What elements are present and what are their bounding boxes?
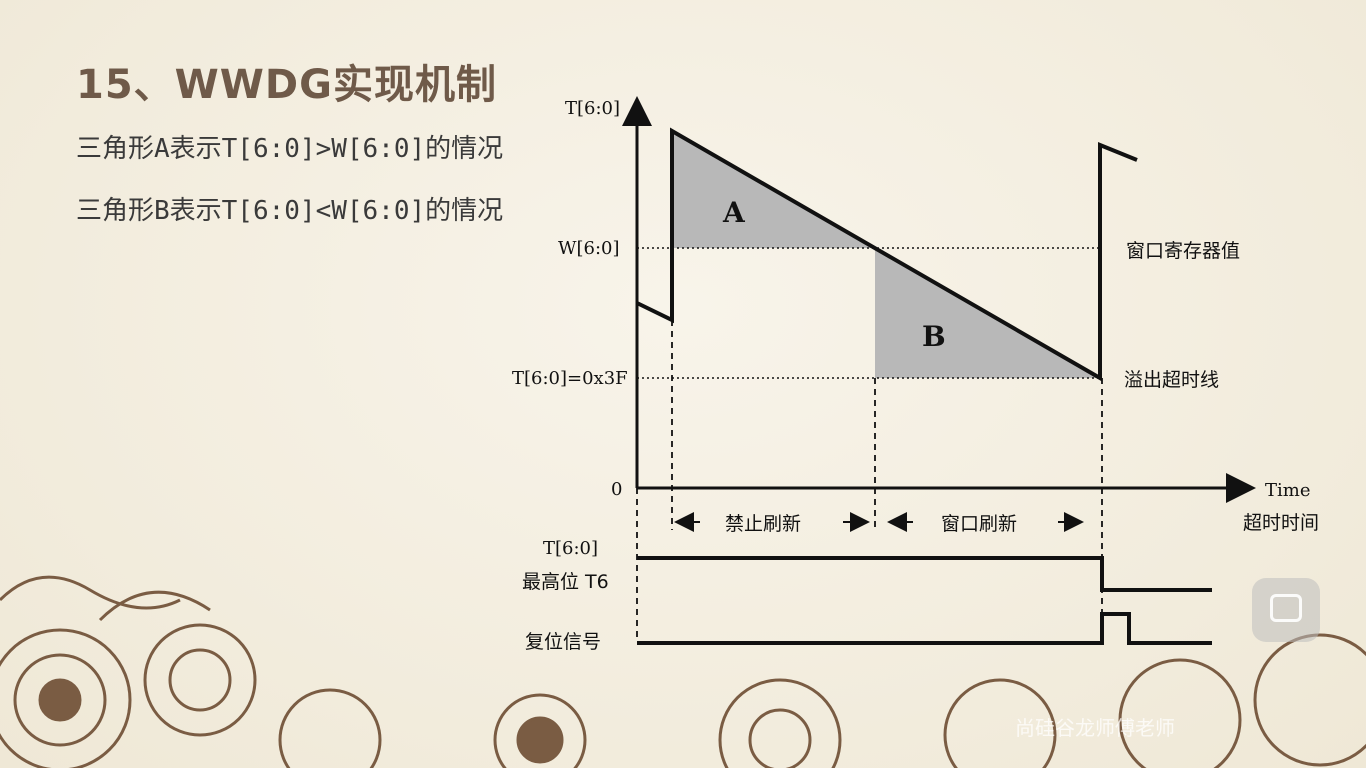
- watermark-text: 尚硅谷龙师傅老师: [1015, 716, 1175, 740]
- triangle-b-label: B: [922, 320, 946, 353]
- forbid-refresh-label: 禁止刷新: [725, 513, 801, 535]
- window-value-label: W[6:0]: [558, 238, 620, 259]
- video-player-icon[interactable]: [1252, 578, 1320, 642]
- reset-waveform: [637, 612, 1212, 645]
- overflow-line-label: 溢出超时线: [1124, 369, 1219, 391]
- x-axis-label: Time: [1265, 480, 1310, 501]
- t6-bit-label: 最高位 T6: [522, 571, 609, 593]
- reset-signal-label: 复位信号: [525, 631, 601, 653]
- overflow-value-label: T[6:0]=0x3F: [512, 368, 628, 389]
- window-refresh-label: 窗口刷新: [941, 513, 1017, 535]
- origin-label: 0: [611, 479, 622, 500]
- triangle-a-label: A: [722, 196, 746, 229]
- t-signal-label: T[6:0]: [543, 538, 598, 559]
- timeout-time-label: 超时时间: [1243, 512, 1319, 534]
- window-register-label: 窗口寄存器值: [1126, 240, 1240, 262]
- t6-waveform: [637, 556, 1212, 592]
- wwdg-timing-diagram: T[6:0] W[6:0] T[6:0]=0x3F 0 Time A B 窗口寄…: [0, 96, 1366, 768]
- y-axis-label: T[6:0]: [565, 98, 620, 119]
